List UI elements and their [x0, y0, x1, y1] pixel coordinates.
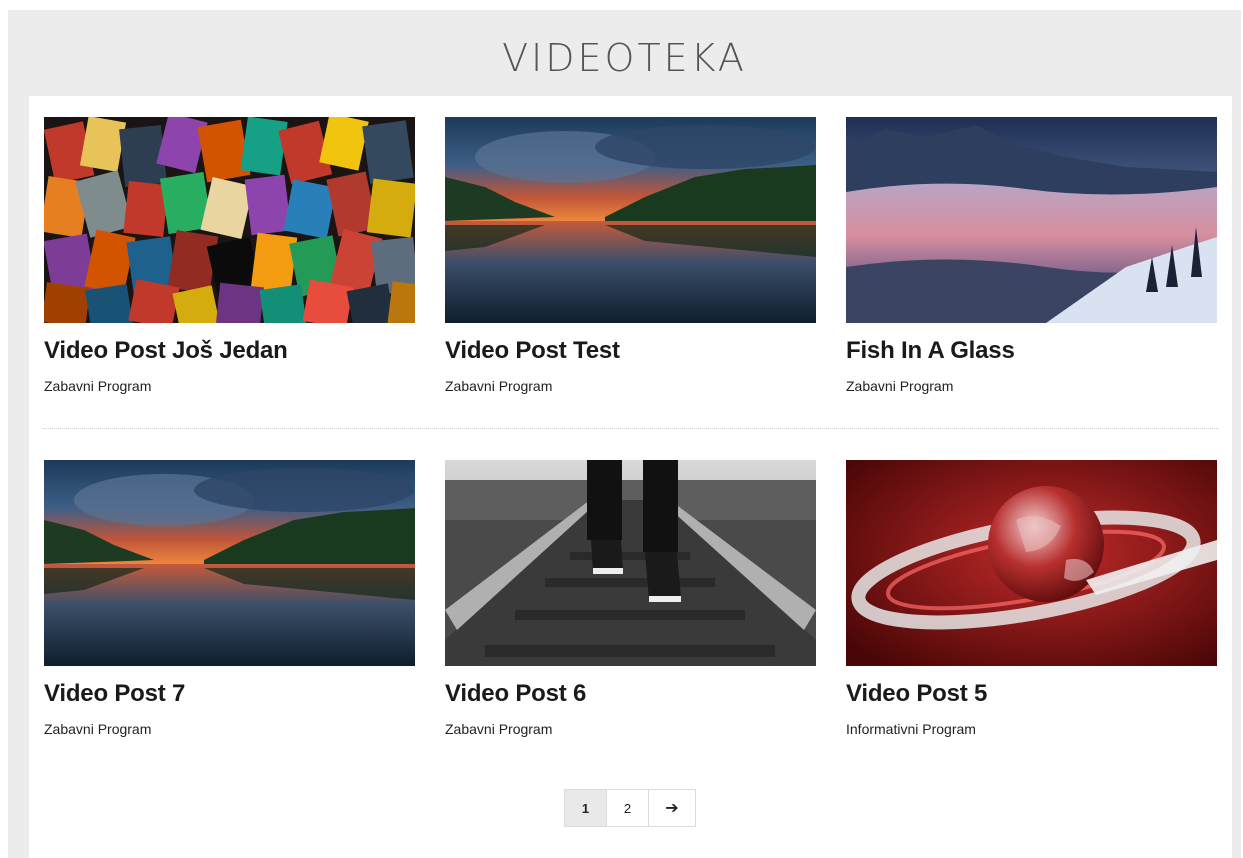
- video-thumbnail[interactable]: [44, 117, 415, 323]
- fog-mountains-image: [846, 117, 1217, 323]
- video-category[interactable]: Zabavni Program: [846, 378, 1217, 395]
- news-globe-image: [846, 460, 1217, 666]
- row-divider: [43, 428, 1219, 429]
- page-title: VIDEOTEKA: [502, 36, 747, 80]
- film-posters-image: [44, 117, 415, 323]
- video-card: Video Post 6 Zabavni Program: [445, 460, 816, 738]
- video-card: Video Post 5 Informativni Program: [846, 460, 1217, 738]
- railway-sneakers-image: [445, 460, 816, 666]
- lake-sunset-image: [445, 117, 816, 323]
- video-category[interactable]: Informativni Program: [846, 721, 1217, 738]
- video-category[interactable]: Zabavni Program: [445, 378, 816, 395]
- video-thumbnail[interactable]: [44, 460, 415, 666]
- page-2-button[interactable]: 2: [607, 790, 649, 826]
- arrow-right-icon: ➔: [665, 800, 679, 817]
- video-card: Video Post Još Jedan Zabavni Program: [44, 117, 415, 395]
- video-thumbnail[interactable]: [445, 117, 816, 323]
- pagination: 1 2 ➔: [564, 789, 696, 827]
- video-grid-panel: Video Post Još Jedan Zabavni Program Vid…: [29, 96, 1232, 858]
- video-card: Video Post Test Zabavni Program: [445, 117, 816, 395]
- video-thumbnail[interactable]: [445, 460, 816, 666]
- video-title[interactable]: Video Post Još Jedan: [44, 337, 415, 366]
- video-category[interactable]: Zabavni Program: [44, 378, 415, 395]
- video-title[interactable]: Fish In A Glass: [846, 337, 1217, 366]
- video-card: Fish In A Glass Zabavni Program: [846, 117, 1217, 395]
- page-container: VIDEOTEKA Video Post Još Jedan Zabavni P…: [8, 10, 1241, 858]
- page-1-button[interactable]: 1: [565, 790, 607, 826]
- video-category[interactable]: Zabavni Program: [445, 721, 816, 738]
- lake-sunset-image: [44, 460, 415, 666]
- video-thumbnail[interactable]: [846, 460, 1217, 666]
- video-card: Video Post 7 Zabavni Program: [44, 460, 415, 738]
- video-category[interactable]: Zabavni Program: [44, 721, 415, 738]
- video-title[interactable]: Video Post 7: [44, 680, 415, 709]
- video-thumbnail[interactable]: [846, 117, 1217, 323]
- next-page-button[interactable]: ➔: [649, 790, 695, 826]
- video-title[interactable]: Video Post 5: [846, 680, 1217, 709]
- video-title[interactable]: Video Post Test: [445, 337, 816, 366]
- video-title[interactable]: Video Post 6: [445, 680, 816, 709]
